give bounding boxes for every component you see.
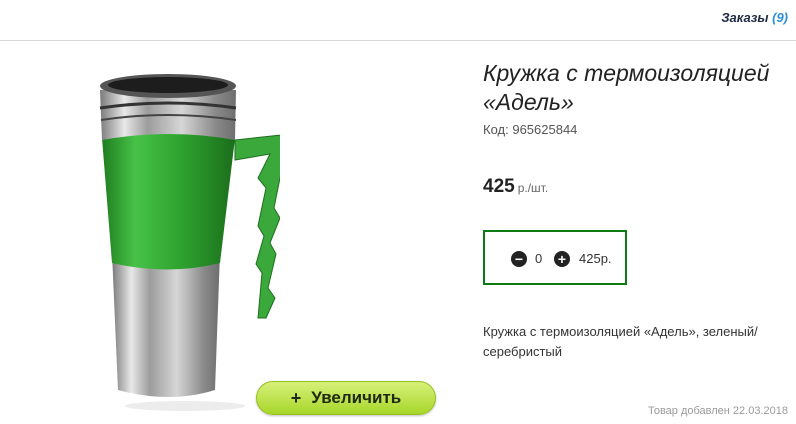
thermo-mug-image [99, 74, 296, 411]
total-price: 425р. [579, 251, 612, 266]
product-description: Кружка с термоизоляцией «Адель», зеленый… [483, 324, 758, 359]
orders-link[interactable]: Заказы (9) [721, 10, 788, 25]
plus-icon: + [290, 387, 302, 408]
code-value: 965625844 [512, 122, 578, 137]
cart-quantity-box: − 0 + 425р. [483, 230, 627, 285]
orders-count: (9) [772, 10, 788, 25]
orders-label: Заказы [721, 10, 769, 25]
product-title: Кружка с термоизоляцией «Адель» [483, 60, 770, 115]
plus-circle-icon[interactable]: + [554, 251, 570, 267]
zoom-label: Увеличить [311, 388, 402, 407]
product-code: Код: 965625844 [483, 122, 577, 137]
price-value: 425 [483, 176, 515, 197]
zoom-button[interactable]: + Увеличить [256, 381, 436, 415]
top-bar: Заказы (9) [0, 0, 796, 41]
price-unit: р./шт. [517, 181, 549, 195]
product-price: 425 р./шт. [483, 176, 548, 198]
minus-icon[interactable]: − [511, 251, 527, 267]
added-date: Товар добавлен 22.03.2018 [647, 405, 788, 417]
product-image[interactable] [90, 68, 296, 413]
quantity-value: 0 [535, 251, 543, 266]
code-label: Код: [483, 122, 509, 137]
